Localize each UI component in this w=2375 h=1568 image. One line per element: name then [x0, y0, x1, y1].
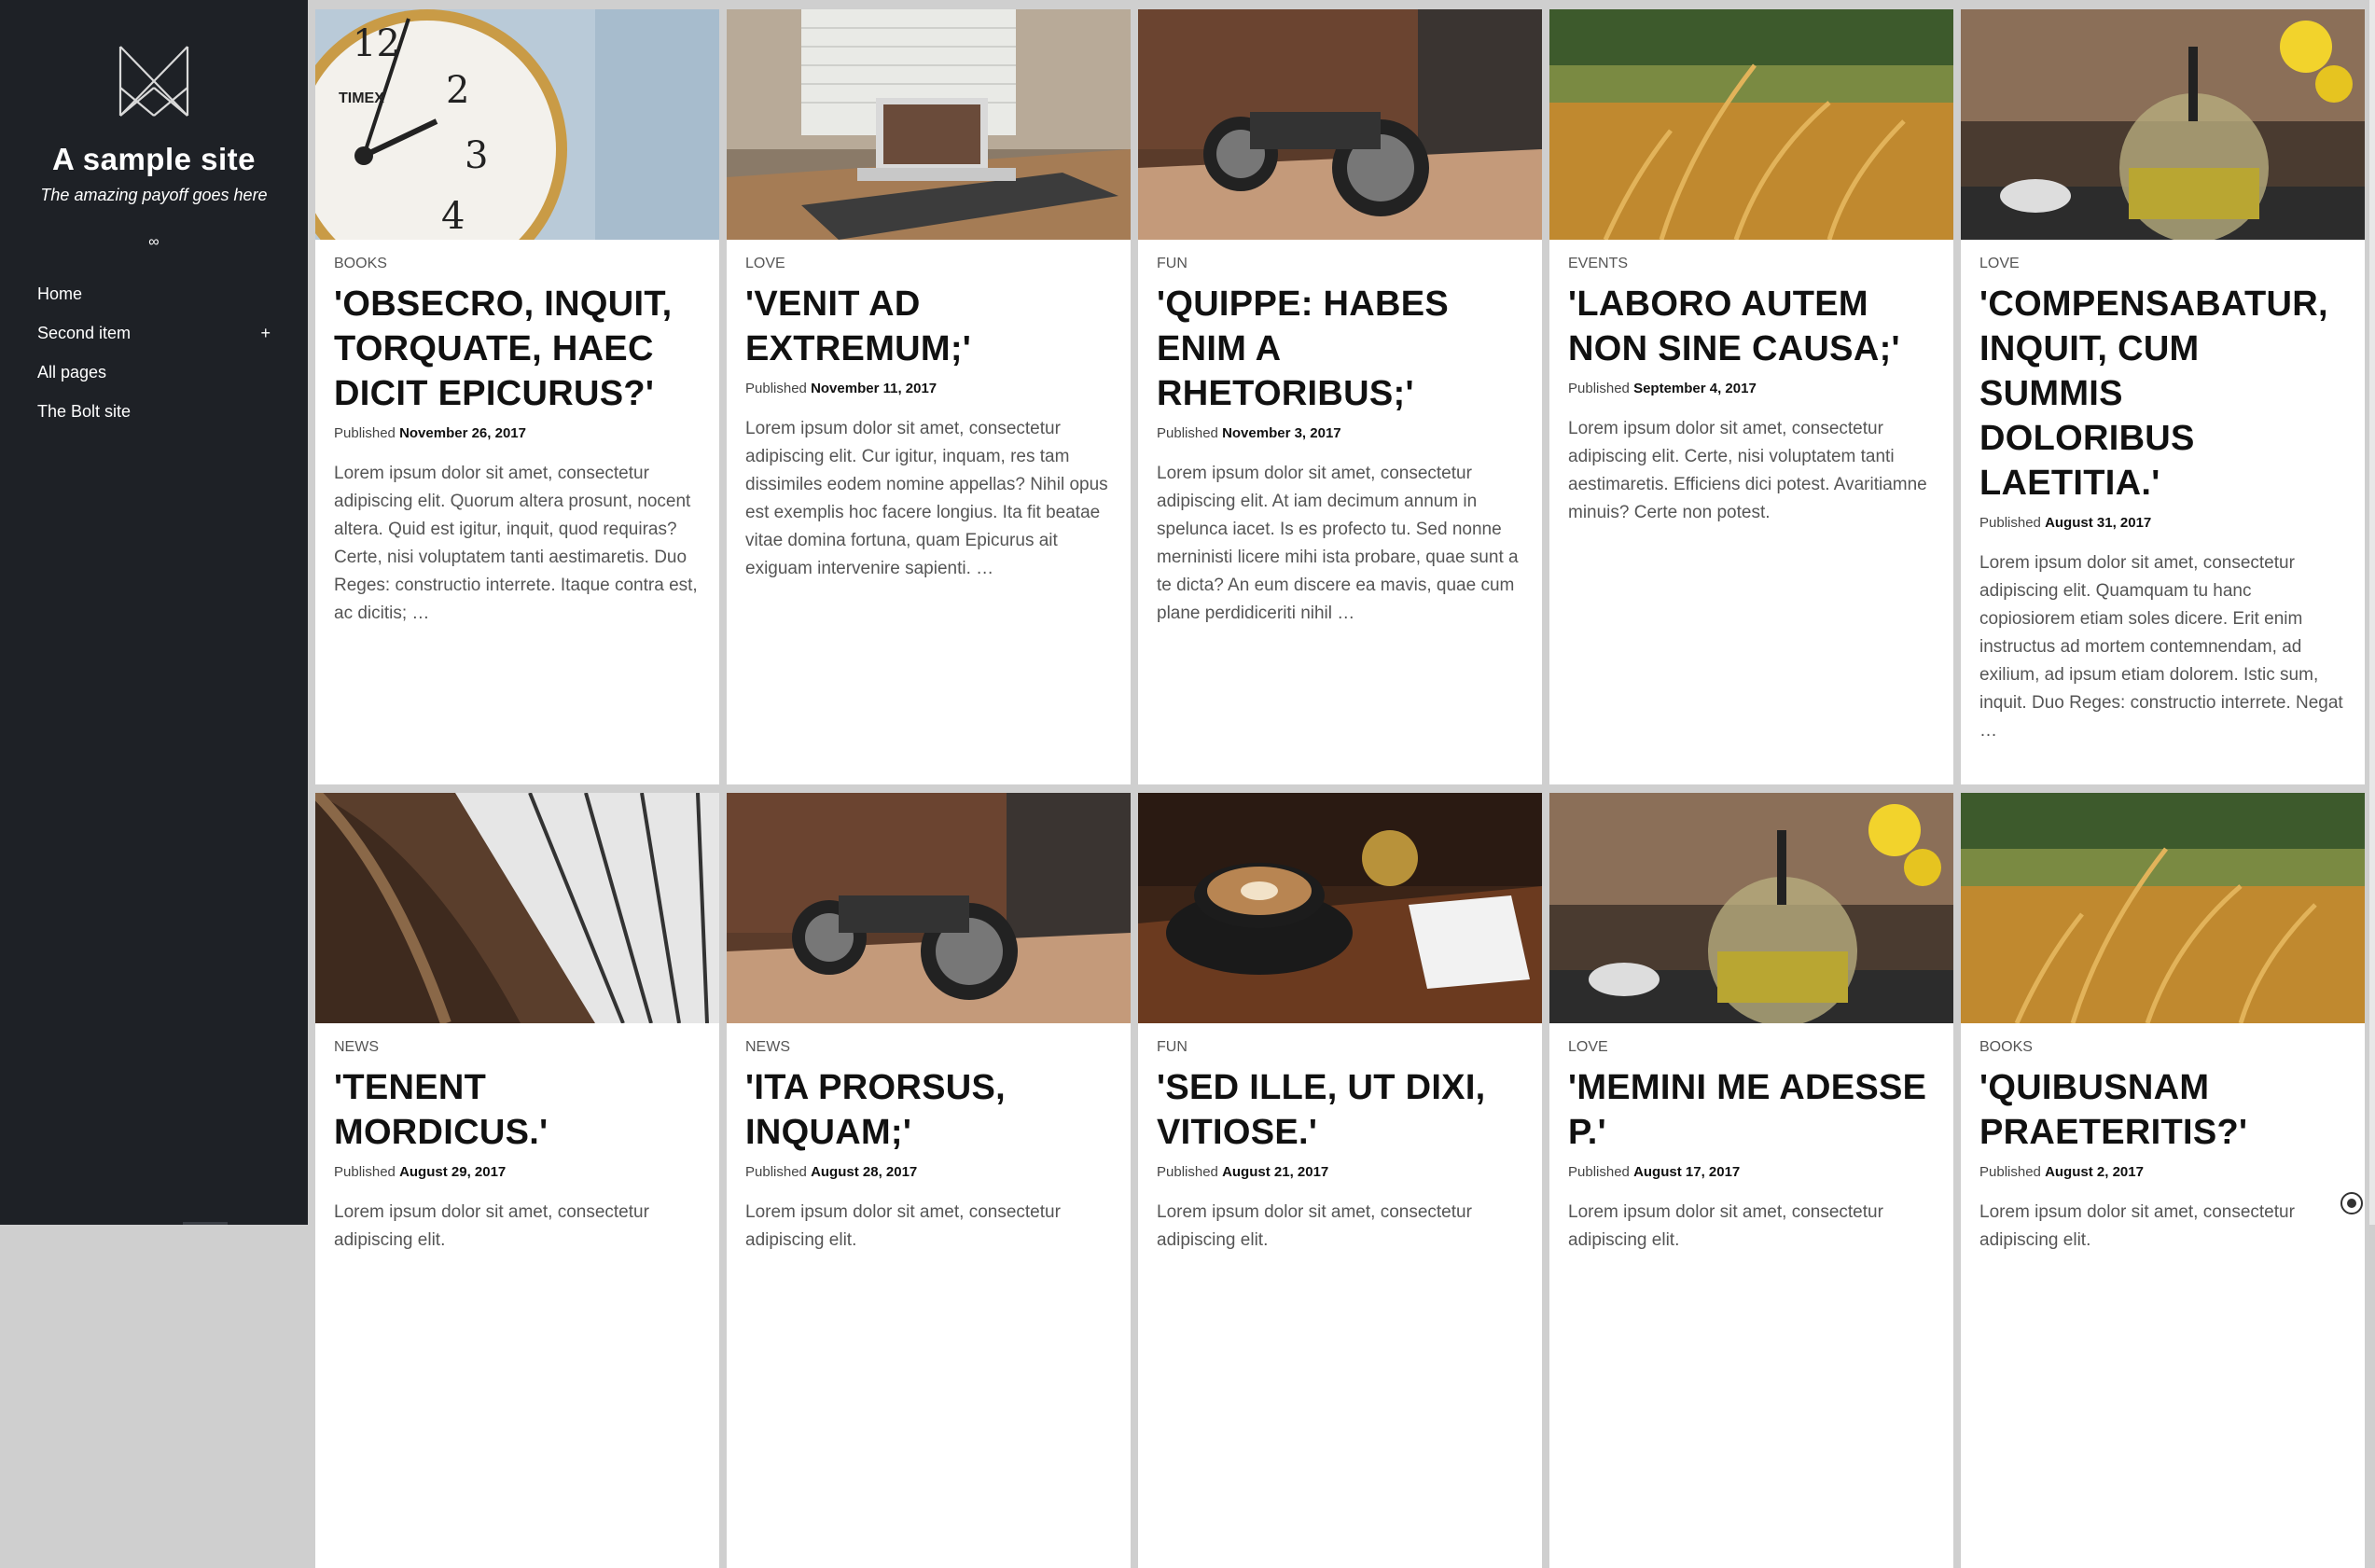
publish-date: September 4, 2017	[1633, 381, 1757, 396]
publish-meta: Published November 11, 2017	[745, 381, 938, 396]
article-card[interactable]: Love 'Venit ad extremum;' Published Nove…	[727, 9, 1131, 784]
nav-item-label: The Bolt site	[37, 402, 132, 421]
publish-meta: Published August 21, 2017	[1157, 1164, 1329, 1180]
article-title[interactable]: 'Quippe: habes enim a rhetoribus;'	[1157, 282, 1523, 416]
article-excerpt: Lorem ipsum dolor sit amet, consectetur …	[334, 1202, 649, 1250]
publish-meta: Published August 2, 2017	[1979, 1164, 2144, 1180]
category-label[interactable]: News	[334, 1039, 701, 1056]
motorcycle-garage-photo[interactable]	[727, 793, 1131, 1023]
article-card[interactable]: News 'Ita prorsus, inquam;' Published Au…	[727, 793, 1131, 1568]
publish-date: August 21, 2017	[1222, 1164, 1329, 1180]
article-excerpt: Lorem ipsum dolor sit amet, consectetur …	[745, 1202, 1061, 1250]
category-label[interactable]: Books	[1979, 1039, 2346, 1056]
svg-text:3: 3	[465, 134, 488, 177]
article-title[interactable]: 'Ita prorsus, inquam;'	[745, 1065, 1112, 1155]
nav-item-second[interactable]: Second item +	[37, 323, 271, 362]
article-excerpt: Lorem ipsum dolor sit amet, consectetur …	[1568, 419, 1927, 522]
publish-date: August 31, 2017	[2045, 515, 2152, 531]
site-payoff: The amazing payoff goes here	[40, 186, 268, 204]
infinity-symbol: ∞	[148, 234, 160, 250]
svg-text:4: 4	[441, 195, 465, 238]
article-title[interactable]: 'Quibusnam praeteritis?'	[1979, 1065, 2346, 1155]
publish-date: August 2, 2017	[2045, 1164, 2144, 1180]
article-excerpt: Lorem ipsum dolor sit amet, consectetur …	[745, 419, 1108, 578]
article-excerpt: Lorem ipsum dolor sit amet, consectetur …	[1979, 553, 2343, 741]
category-label[interactable]: Love	[1568, 1039, 1935, 1056]
publish-date: November 26, 2017	[399, 425, 526, 441]
site-title[interactable]: A sample site	[0, 142, 308, 177]
alarm-clock-photo[interactable]: 12 2 34 TIMEX	[315, 9, 719, 240]
settings-badge-icon[interactable]	[2340, 1191, 2364, 1215]
article-card[interactable]: Love 'Memini me adesse P.' Published Aug…	[1549, 793, 1953, 1568]
article-title[interactable]: 'Compensabatur, inquit, cum summis dolor…	[1979, 282, 2346, 506]
article-title[interactable]: 'Memini me adesse P.'	[1568, 1065, 1935, 1155]
svg-text:12: 12	[353, 22, 400, 65]
article-card[interactable]: 12 2 3 4 TIMEX Books 'Obsecro, inquit, Torq…	[315, 9, 719, 784]
publish-date: November 3, 2017	[1222, 425, 1341, 441]
publish-meta: Published August 29, 2017	[334, 1164, 507, 1180]
publish-date: August 17, 2017	[1633, 1164, 1741, 1180]
sidebar: A sample site The amazing payoff goes he…	[0, 0, 308, 1225]
article-title[interactable]: 'Venit ad extremum;'	[745, 282, 1112, 371]
library-shelves-photo[interactable]	[315, 793, 719, 1023]
publish-meta: Published November 26, 2017	[334, 425, 526, 441]
article-excerpt: Lorem ipsum dolor sit amet, consectetur …	[1568, 1202, 1883, 1250]
article-title[interactable]: 'Laboro autem non sine causa;'	[1568, 282, 1935, 371]
article-excerpt: Lorem ipsum dolor sit amet, consectetur …	[1157, 1202, 1472, 1250]
expand-plus-icon[interactable]: +	[260, 323, 271, 343]
main-nav: Home Second item + All pages The Bolt sit…	[37, 284, 271, 440]
bolt-logo-icon[interactable]	[118, 45, 189, 118]
publish-meta: Published August 17, 2017	[1568, 1164, 1741, 1180]
category-label[interactable]: Fun	[1157, 1039, 1523, 1056]
category-label[interactable]: Fun	[1157, 256, 1523, 272]
coffee-cup-photo[interactable]	[1138, 793, 1542, 1023]
article-excerpt: Lorem ipsum dolor sit amet, consectetur …	[334, 464, 698, 623]
publish-date: August 29, 2017	[399, 1164, 507, 1180]
scrollbar[interactable]	[2369, 0, 2375, 1225]
wheat-field-photo[interactable]	[1961, 793, 2365, 1023]
article-card[interactable]: Love 'Compensabatur, inquit, cum summis …	[1961, 9, 2365, 784]
category-label[interactable]: Events	[1568, 256, 1935, 272]
article-card[interactable]: News 'Tenent mordicus.' Published August…	[315, 793, 719, 1568]
nav-item-bolt-site[interactable]: The Bolt site	[37, 401, 271, 440]
publish-meta: Published August 28, 2017	[745, 1164, 918, 1180]
teapot-flowers-photo[interactable]	[1961, 9, 2365, 240]
nav-item-label: All pages	[37, 363, 107, 382]
teapot-flowers-photo[interactable]	[1549, 793, 1953, 1023]
nav-item-label: Home	[37, 284, 83, 303]
article-excerpt: Lorem ipsum dolor sit amet, consectetur …	[1979, 1202, 2295, 1250]
category-label[interactable]: Books	[334, 256, 701, 272]
publish-date: November 11, 2017	[811, 381, 938, 396]
article-card[interactable]: Fun 'Quippe: habes enim a rhetoribus;' P…	[1138, 9, 1542, 784]
article-title[interactable]: 'Tenent mordicus.'	[334, 1065, 701, 1155]
publish-meta: Published August 31, 2017	[1979, 515, 2152, 531]
category-label[interactable]: Love	[1979, 256, 2346, 272]
nav-item-all-pages[interactable]: All pages	[37, 362, 271, 401]
publish-date: August 28, 2017	[811, 1164, 918, 1180]
article-card[interactable]: Fun 'Sed ille, ut dixi, vitiose.' Publis…	[1138, 793, 1542, 1568]
category-label[interactable]: News	[745, 1039, 1112, 1056]
article-card[interactable]: Books 'Quibusnam praeteritis?' Published…	[1961, 793, 2365, 1568]
publish-meta: Published November 3, 2017	[1157, 425, 1341, 441]
nav-item-label: Second item	[37, 324, 132, 342]
article-title[interactable]: 'Sed ille, ut dixi, vitiose.'	[1157, 1065, 1523, 1155]
nav-item-home[interactable]: Home	[37, 284, 271, 323]
article-excerpt: Lorem ipsum dolor sit amet, consectetur …	[1157, 464, 1519, 623]
laptop-desk-photo[interactable]	[727, 9, 1131, 240]
category-label[interactable]: Love	[745, 256, 1112, 272]
svg-text:2: 2	[446, 69, 469, 112]
wheat-field-photo[interactable]	[1549, 9, 1953, 240]
article-card[interactable]: Events 'Laboro autem non sine causa;' Pu…	[1549, 9, 1953, 784]
article-title[interactable]: 'Obsecro, inquit, Torquate, haec dicit E…	[334, 282, 701, 416]
publish-meta: Published September 4, 2017	[1568, 381, 1757, 396]
motorcycle-garage-photo[interactable]	[1138, 9, 1542, 240]
svg-text:TIMEX: TIMEX	[339, 90, 384, 106]
